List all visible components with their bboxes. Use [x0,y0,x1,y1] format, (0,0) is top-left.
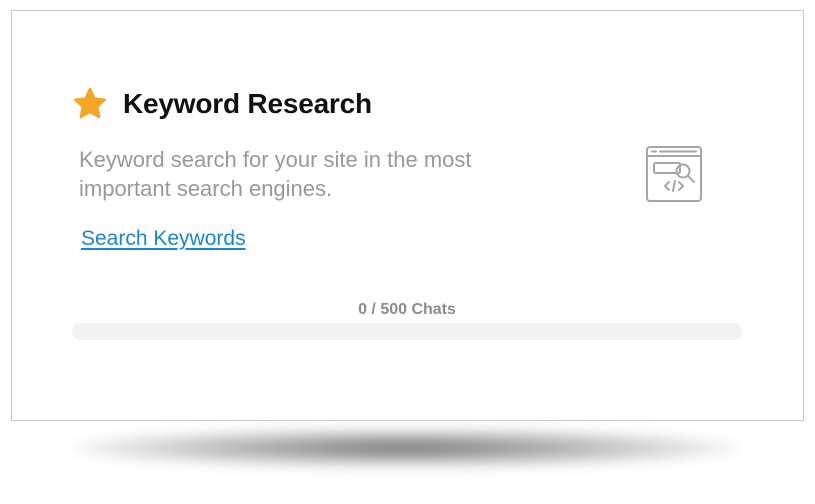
card-description: Keyword search for your site in the most… [79,147,472,201]
stage: Keyword Research Keyword search for your… [0,0,815,504]
keyword-research-card: Keyword Research Keyword search for your… [11,10,804,421]
browser-search-icon [645,145,703,203]
search-keywords-link[interactable]: Search Keywords [81,227,246,251]
star-icon [72,86,108,122]
card-title: Keyword Research [123,88,372,119]
usage-label: 0 / 500 Chats [358,301,456,318]
card-header: Keyword Research [72,84,372,124]
card-shadow [70,428,740,468]
usage-progress-bar [72,323,742,340]
